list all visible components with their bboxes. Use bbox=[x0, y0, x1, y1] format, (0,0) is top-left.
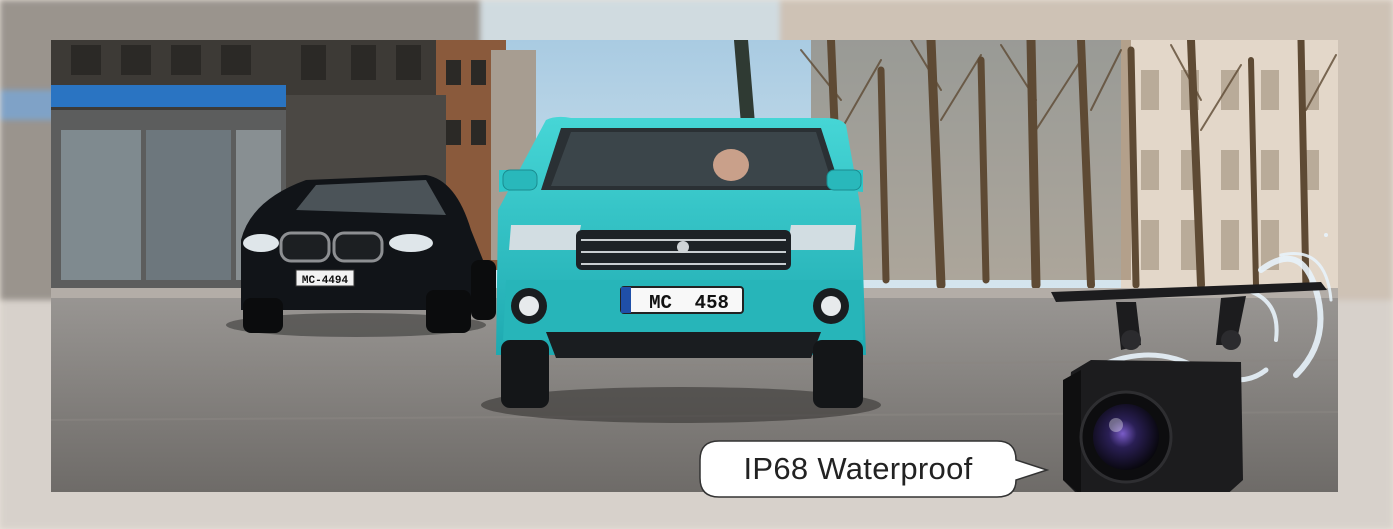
front-car-plate: MC 458 bbox=[649, 292, 729, 314]
product-banner: MC-4494 MC 458 IP68 Waterproof bbox=[0, 0, 1393, 529]
street-photo: MC-4494 MC 458 bbox=[51, 40, 1338, 492]
rear-car-plate: MC-4494 bbox=[302, 275, 349, 287]
callout-text: IP68 Waterproof bbox=[743, 451, 973, 486]
